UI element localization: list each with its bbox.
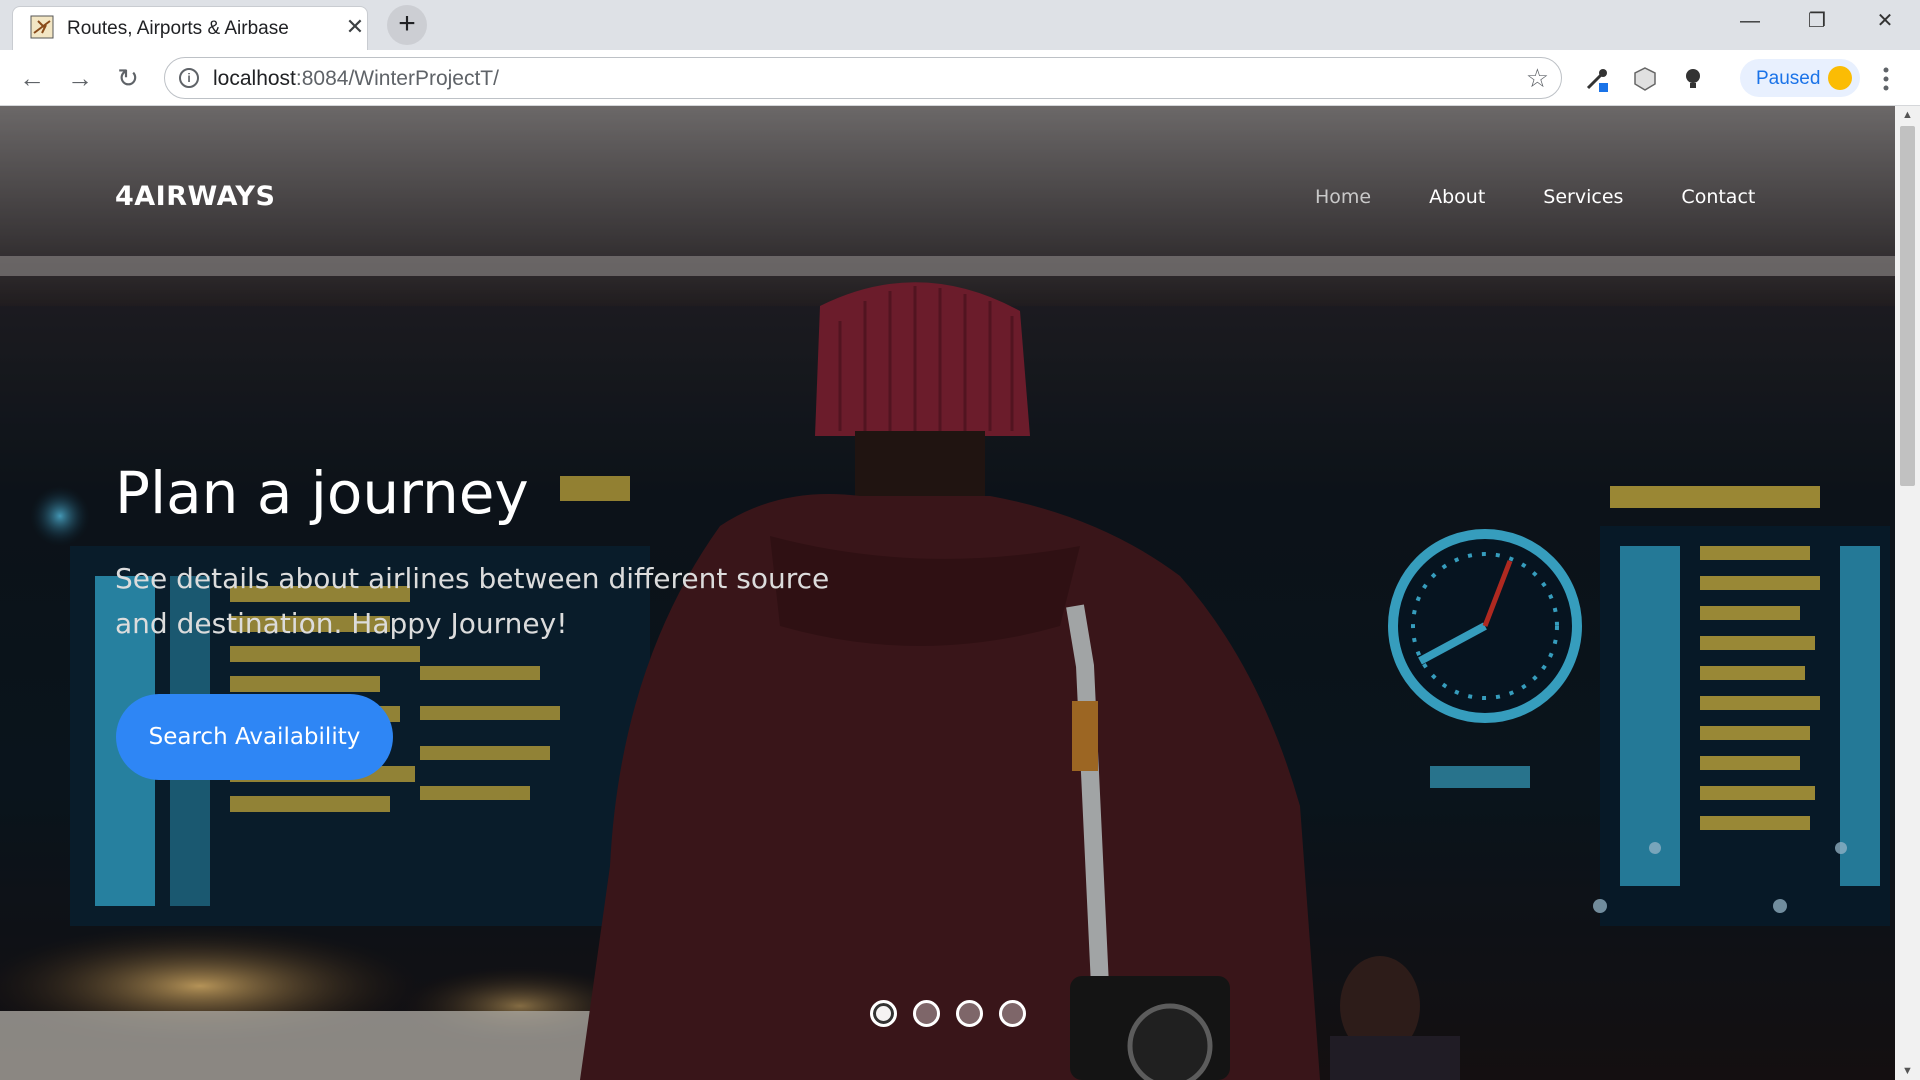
bulb-icon[interactable] [1678,64,1708,94]
forward-arrow-icon[interactable]: → [64,62,96,94]
reload-icon[interactable]: ↻ [112,62,144,94]
hero-caption: Plan a journey See details about airline… [115,458,895,646]
browser-tab-strip: Routes, Airports & Airbase ✕ + — ❐ ✕ [0,0,1920,50]
nav-services-link[interactable]: Services [1543,186,1623,208]
page-viewport: 4AIRWAYS Home About Services Contact Pla… [0,106,1920,1080]
nav-about-link[interactable]: About [1429,186,1485,208]
star-icon[interactable]: ☆ [1526,64,1549,92]
hero-text: See details about airlines between diffe… [115,562,830,640]
close-tab-icon[interactable]: ✕ [343,15,367,39]
restore-icon[interactable]: ❐ [1797,6,1837,36]
carousel-dot-1[interactable] [870,1000,897,1027]
minimize-icon[interactable]: — [1730,6,1770,36]
brand-logo[interactable]: 4AIRWAYS [115,181,275,212]
scroll-down-icon[interactable]: ▼ [1895,1062,1920,1080]
main-nav: Home About Services Contact [1315,186,1813,208]
carousel-dot-3[interactable] [956,1000,983,1027]
extension-icon[interactable] [1582,64,1612,94]
carousel-dot-4[interactable] [999,1000,1026,1027]
profile-status-label: Paused [1756,68,1821,89]
airplane-favicon-icon [30,15,54,39]
url-text: localhost:8084/WinterProjectT/ [213,67,499,91]
url-path: :8084/WinterProjectT/ [295,67,499,90]
profile-paused-button[interactable]: Paused [1740,59,1860,97]
avatar [1828,66,1852,90]
tab-title: Routes, Airports & Airbase [67,18,289,39]
hero-title: Plan a journey [115,459,529,527]
info-icon[interactable]: i [179,68,199,88]
browser-tab[interactable]: Routes, Airports & Airbase ✕ [12,6,368,50]
close-window-icon[interactable]: ✕ [1865,6,1905,36]
browser-toolbar: ← → ↻ i localhost:8084/WinterProjectT/ ☆… [0,50,1920,106]
url-host: localhost [213,67,296,90]
menu-icon[interactable] [1876,64,1896,94]
hero-carousel: 4AIRWAYS Home About Services Contact Pla… [0,106,1895,1080]
page-scrollbar[interactable]: ▲ ▼ [1895,106,1920,1080]
nav-contact-link[interactable]: Contact [1681,186,1755,208]
search-availability-button[interactable]: Search Availability [116,694,393,780]
nav-home-link[interactable]: Home [1315,186,1371,208]
carousel-dot-2[interactable] [913,1000,940,1027]
carousel-indicators [870,1000,1026,1030]
back-arrow-icon[interactable]: ← [16,62,48,94]
new-tab-button[interactable]: + [387,5,427,45]
scrollbar-thumb[interactable] [1900,126,1915,486]
shield-icon[interactable] [1630,64,1660,94]
address-bar[interactable]: i localhost:8084/WinterProjectT/ ☆ [164,57,1562,99]
scroll-up-icon[interactable]: ▲ [1895,106,1920,124]
